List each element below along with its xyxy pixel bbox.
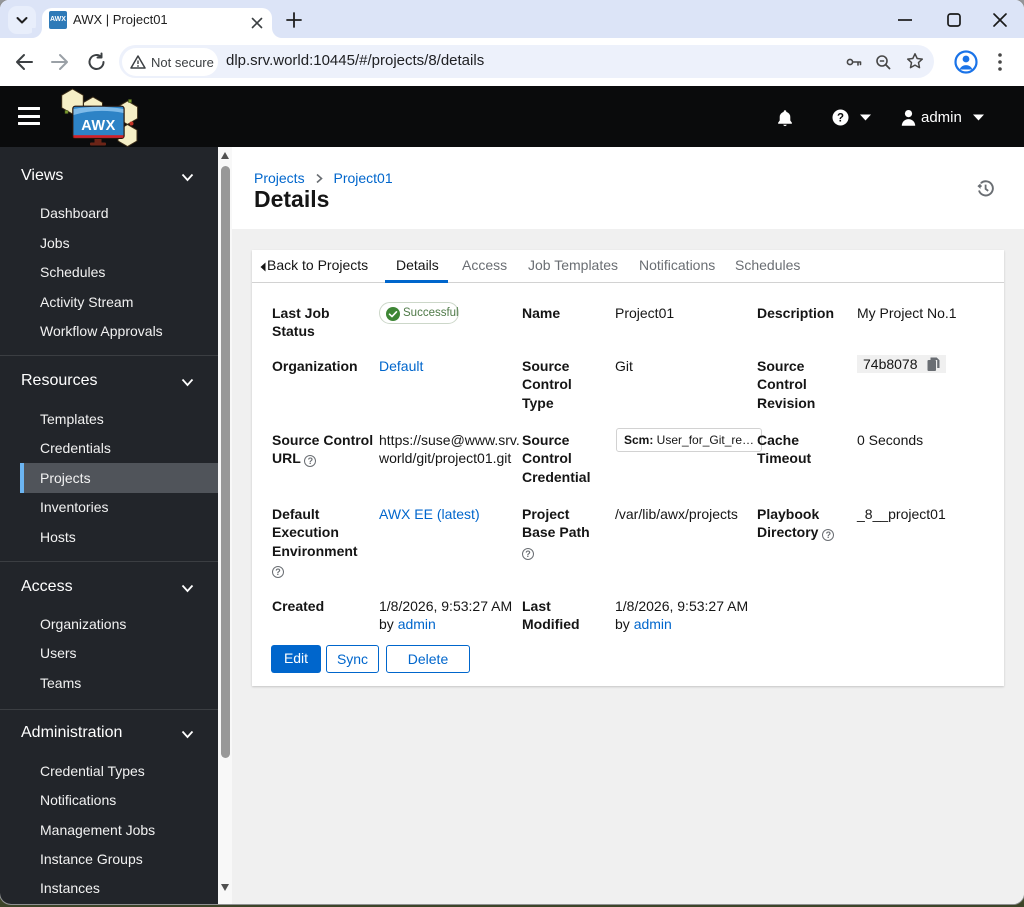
svg-text:AWX: AWX — [81, 118, 116, 134]
svg-text:?: ? — [837, 113, 844, 125]
